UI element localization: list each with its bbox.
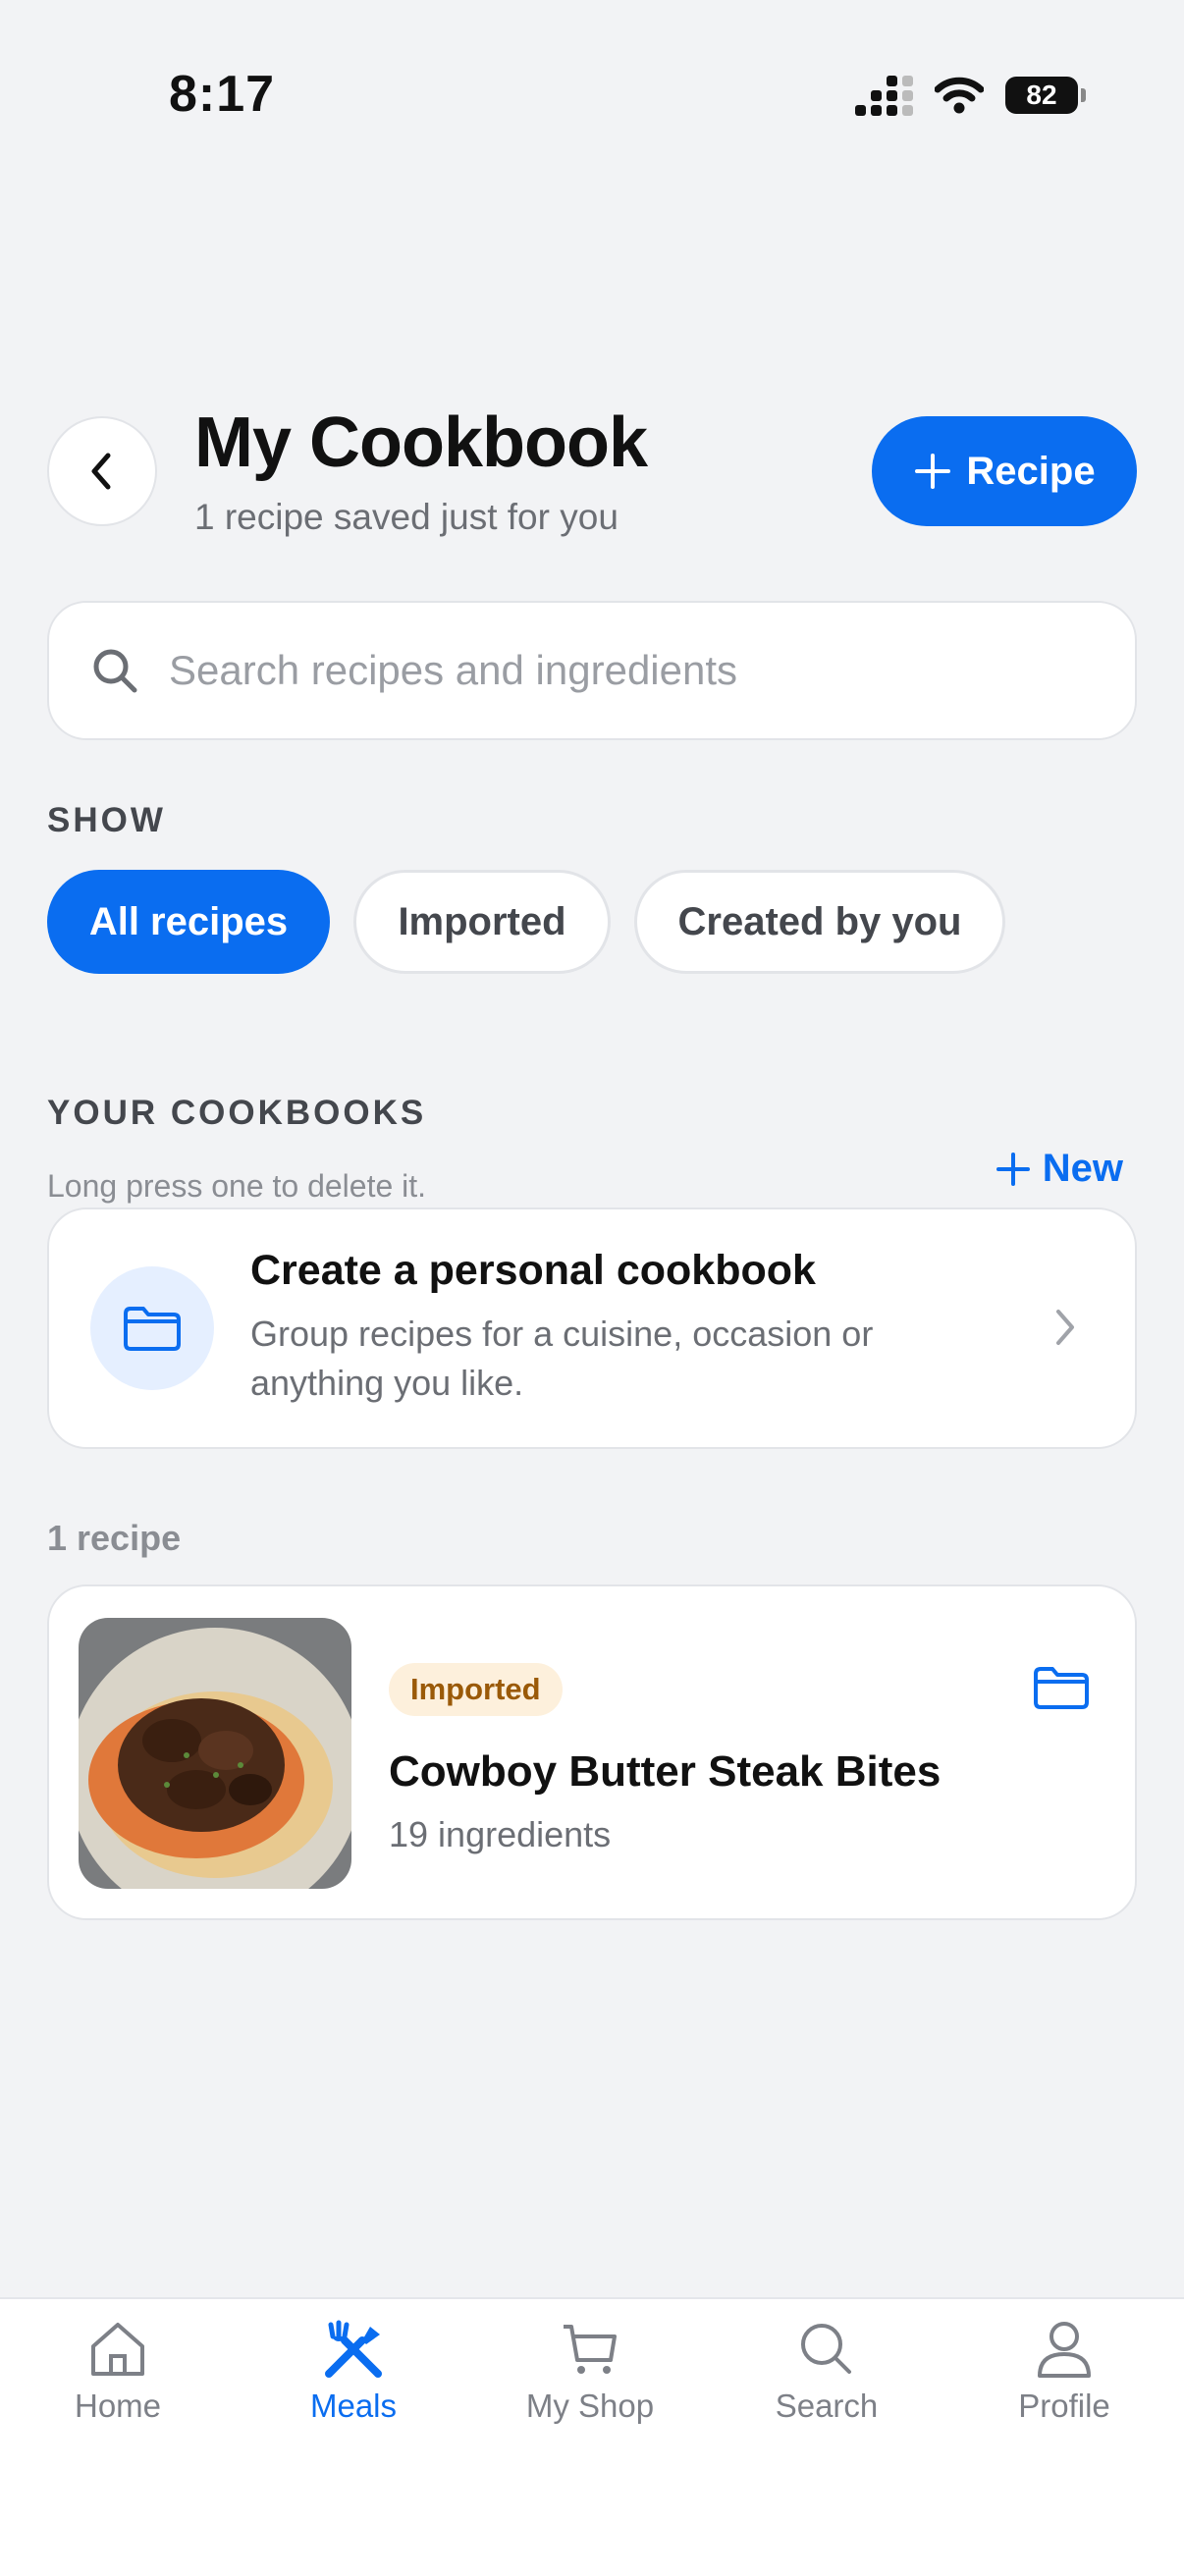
battery-icon: 82 (1005, 77, 1086, 114)
chevron-left-icon (91, 453, 111, 490)
person-icon (1038, 2322, 1091, 2378)
plus-icon (915, 454, 951, 489)
utensils-icon (325, 2320, 382, 2378)
search-icon (93, 649, 137, 693)
new-cookbook-button[interactable]: New (996, 1147, 1123, 1191)
tab-my-shop-label: My Shop (525, 2388, 655, 2424)
search-input[interactable]: Search recipes and ingredients (47, 601, 1137, 740)
signal-icon (855, 75, 913, 116)
tab-home-label: Home (74, 2388, 162, 2424)
search-icon (801, 2324, 851, 2374)
tab-home[interactable]: Home (20, 2319, 216, 2425)
cart-icon (564, 2325, 617, 2374)
filter-section-label: SHOW (47, 801, 166, 839)
chip-all-recipes[interactable]: All recipes (47, 870, 330, 974)
recipe-badge-imported: Imported (389, 1663, 563, 1716)
chip-imported[interactable]: Imported (353, 870, 611, 974)
tab-meals[interactable]: Meals (255, 2319, 452, 2425)
new-cookbook-label: New (1042, 1147, 1123, 1190)
search-placeholder: Search recipes and ingredients (169, 647, 738, 693)
recipe-count: 1 recipe (47, 1518, 182, 1558)
recipe-ingredients-count: 19 ingredients (389, 1814, 612, 1854)
recipe-thumbnail (79, 1618, 351, 1889)
page-subtitle: 1 recipe saved just for you (194, 497, 619, 537)
chip-created-by-you[interactable]: Created by you (634, 870, 1005, 974)
add-to-cookbook-folder-icon[interactable] (1033, 1665, 1090, 1710)
recipe-title: Cowboy Butter Steak Bites (389, 1747, 942, 1796)
folder-icon-circle (90, 1266, 214, 1390)
tab-search-label: Search (775, 2388, 879, 2424)
status-icons: 82 (855, 73, 1086, 118)
folder-icon (124, 1307, 181, 1351)
create-cookbook-title: Create a personal cookbook (250, 1247, 816, 1294)
tab-meals-label: Meals (309, 2388, 398, 2424)
chevron-right-icon (1056, 1310, 1074, 1345)
tab-my-shop[interactable]: My Shop (492, 2319, 688, 2425)
home-icon (91, 2323, 144, 2376)
create-cookbook-description: Group recipes for a cuisine, occasion or… (250, 1314, 874, 1403)
wifi-icon (935, 77, 984, 114)
add-recipe-button[interactable]: Recipe (872, 416, 1137, 526)
status-time: 8:17 (169, 66, 276, 123)
tab-profile[interactable]: Profile (966, 2319, 1162, 2425)
tab-profile-label: Profile (1018, 2388, 1110, 2424)
tab-search[interactable]: Search (728, 2319, 925, 2425)
page-title: My Cookbook (194, 403, 648, 482)
add-recipe-label: Recipe (966, 449, 1096, 493)
cookbooks-hint: Long press one to delete it. (47, 1168, 427, 1204)
back-button[interactable] (47, 416, 157, 526)
plus-icon (996, 1152, 1030, 1186)
cookbooks-section-label: YOUR COOKBOOKS (47, 1094, 427, 1132)
